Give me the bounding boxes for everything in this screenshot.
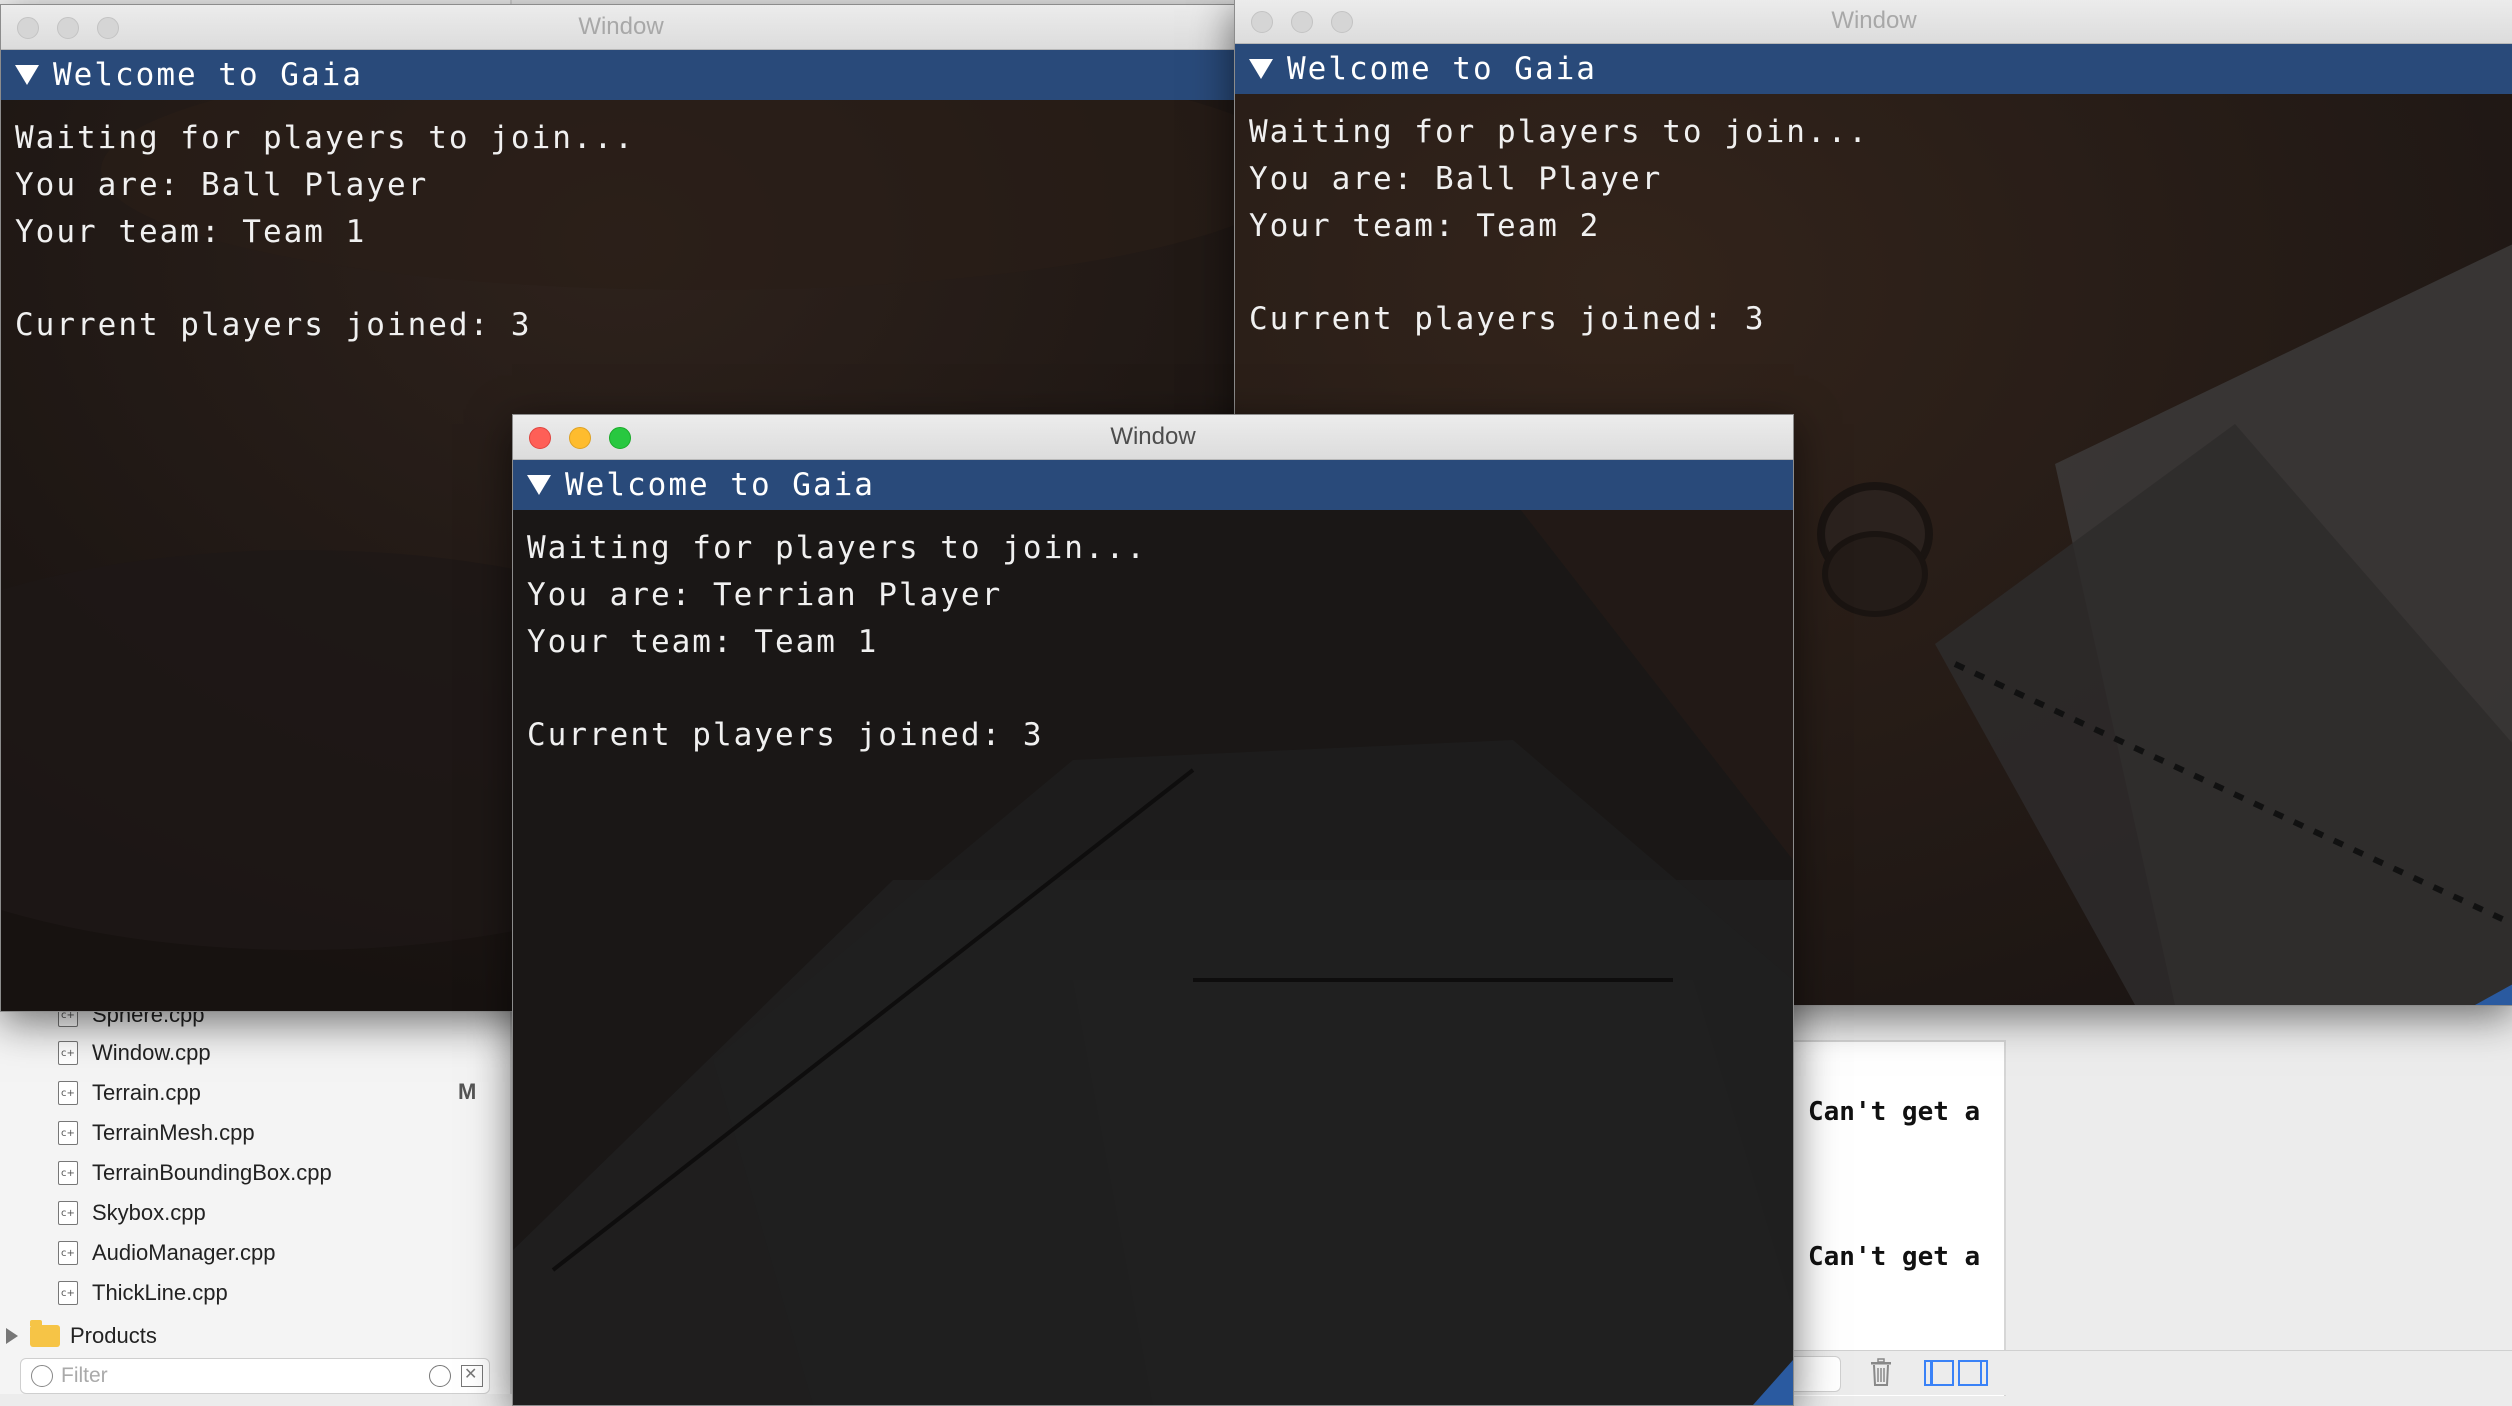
- file-item[interactable]: TerrainMesh.cpp: [58, 1113, 255, 1153]
- file-name: Skybox.cpp: [92, 1200, 206, 1225]
- products-label: Products: [70, 1323, 157, 1348]
- cpp-file-icon: [58, 1081, 78, 1105]
- console-line: Can't get a: [1808, 1242, 1981, 1272]
- imgui-panel-header[interactable]: Welcome to Gaia: [1235, 44, 2512, 94]
- imgui-panel-header[interactable]: Welcome to Gaia: [1, 50, 1241, 100]
- players-joined-text: Current players joined: 3: [1249, 301, 1766, 337]
- file-name: ThickLine.cpp: [92, 1280, 228, 1305]
- panel-title: Welcome to Gaia: [1287, 51, 1597, 87]
- window-title: Window: [578, 13, 664, 40]
- file-item[interactable]: Skybox.cpp: [58, 1193, 206, 1233]
- cpp-file-icon: [58, 1041, 78, 1065]
- team-text: Your team: Team 1: [15, 214, 367, 250]
- file-name: AudioManager.cpp: [92, 1240, 276, 1265]
- console-filter-field[interactable]: [1790, 1356, 1841, 1392]
- file-name: Window.cpp: [92, 1040, 211, 1065]
- filter-placeholder[interactable]: Filter: [61, 1364, 429, 1388]
- team-text: Your team: Team 1: [527, 624, 879, 660]
- file-name: Terrain.cpp: [92, 1080, 201, 1105]
- file-name: TerrainMesh.cpp: [92, 1120, 255, 1145]
- team-text: Your team: Team 2: [1249, 208, 1601, 244]
- collapse-triangle-icon[interactable]: [1249, 59, 1273, 79]
- panel-body: Waiting for players to join... You are: …: [527, 525, 1147, 759]
- console-toolbar: [1790, 1350, 2512, 1395]
- waiting-text: Waiting for players to join...: [527, 530, 1147, 566]
- cpp-file-icon: [58, 1201, 78, 1225]
- modified-badge: M: [458, 1079, 477, 1104]
- cpp-file-icon: [58, 1121, 78, 1145]
- window-titlebar[interactable]: Window: [1235, 0, 2512, 44]
- file-item[interactable]: Terrain.cpp: [58, 1073, 201, 1113]
- products-group[interactable]: Products: [0, 1316, 157, 1356]
- window-titlebar[interactable]: Window: [1, 5, 1241, 50]
- waiting-text: Waiting for players to join...: [1249, 114, 1869, 150]
- player-role-text: You are: Ball Player: [1249, 161, 1663, 197]
- trash-icon[interactable]: [1870, 1358, 1892, 1386]
- file-item[interactable]: ThickLine.cpp: [58, 1273, 228, 1313]
- player-role-text: You are: Ball Player: [15, 167, 429, 203]
- file-item[interactable]: TerrainBoundingBox.cpp: [58, 1153, 332, 1193]
- panel-body: Waiting for players to join... You are: …: [15, 115, 635, 349]
- window-titlebar[interactable]: Window: [513, 415, 1793, 460]
- debug-console: Can't get a Can't get a: [1790, 1040, 2006, 1396]
- file-name: TerrainBoundingBox.cpp: [92, 1160, 332, 1185]
- waiting-text: Waiting for players to join...: [15, 120, 635, 156]
- folder-icon: [30, 1320, 60, 1347]
- show-console-view-icon[interactable]: [1958, 1360, 1988, 1386]
- players-joined-text: Current players joined: 3: [527, 717, 1044, 753]
- cpp-file-icon: [58, 1281, 78, 1305]
- console-line: Can't get a: [1808, 1097, 1981, 1127]
- game-window-3: Window Welcome to Gaia Waiting for playe…: [512, 414, 1794, 1406]
- show-variables-view-icon[interactable]: [1924, 1360, 1954, 1386]
- imgui-panel-header[interactable]: Welcome to Gaia: [513, 460, 1793, 510]
- panel-title: Welcome to Gaia: [565, 467, 875, 503]
- cpp-file-icon: [58, 1241, 78, 1265]
- filter-icon: [31, 1365, 53, 1387]
- panel-title: Welcome to Gaia: [53, 57, 363, 93]
- recent-files-icon[interactable]: [429, 1365, 451, 1387]
- collapse-triangle-icon[interactable]: [15, 65, 39, 85]
- cpp-file-icon: [58, 1161, 78, 1185]
- navigator-filter[interactable]: Filter: [20, 1358, 490, 1394]
- player-role-text: You are: Terrian Player: [527, 577, 1003, 613]
- file-item[interactable]: Window.cpp: [58, 1033, 211, 1073]
- panel-body: Waiting for players to join... You are: …: [1249, 109, 1869, 343]
- scm-filter-icon[interactable]: [461, 1364, 483, 1387]
- players-joined-text: Current players joined: 3: [15, 307, 532, 343]
- file-item[interactable]: AudioManager.cpp: [58, 1233, 275, 1273]
- collapse-triangle-icon[interactable]: [527, 475, 551, 495]
- window-title: Window: [1110, 423, 1196, 450]
- disclosure-triangle-icon[interactable]: [6, 1328, 18, 1344]
- window-title: Window: [1831, 7, 1917, 34]
